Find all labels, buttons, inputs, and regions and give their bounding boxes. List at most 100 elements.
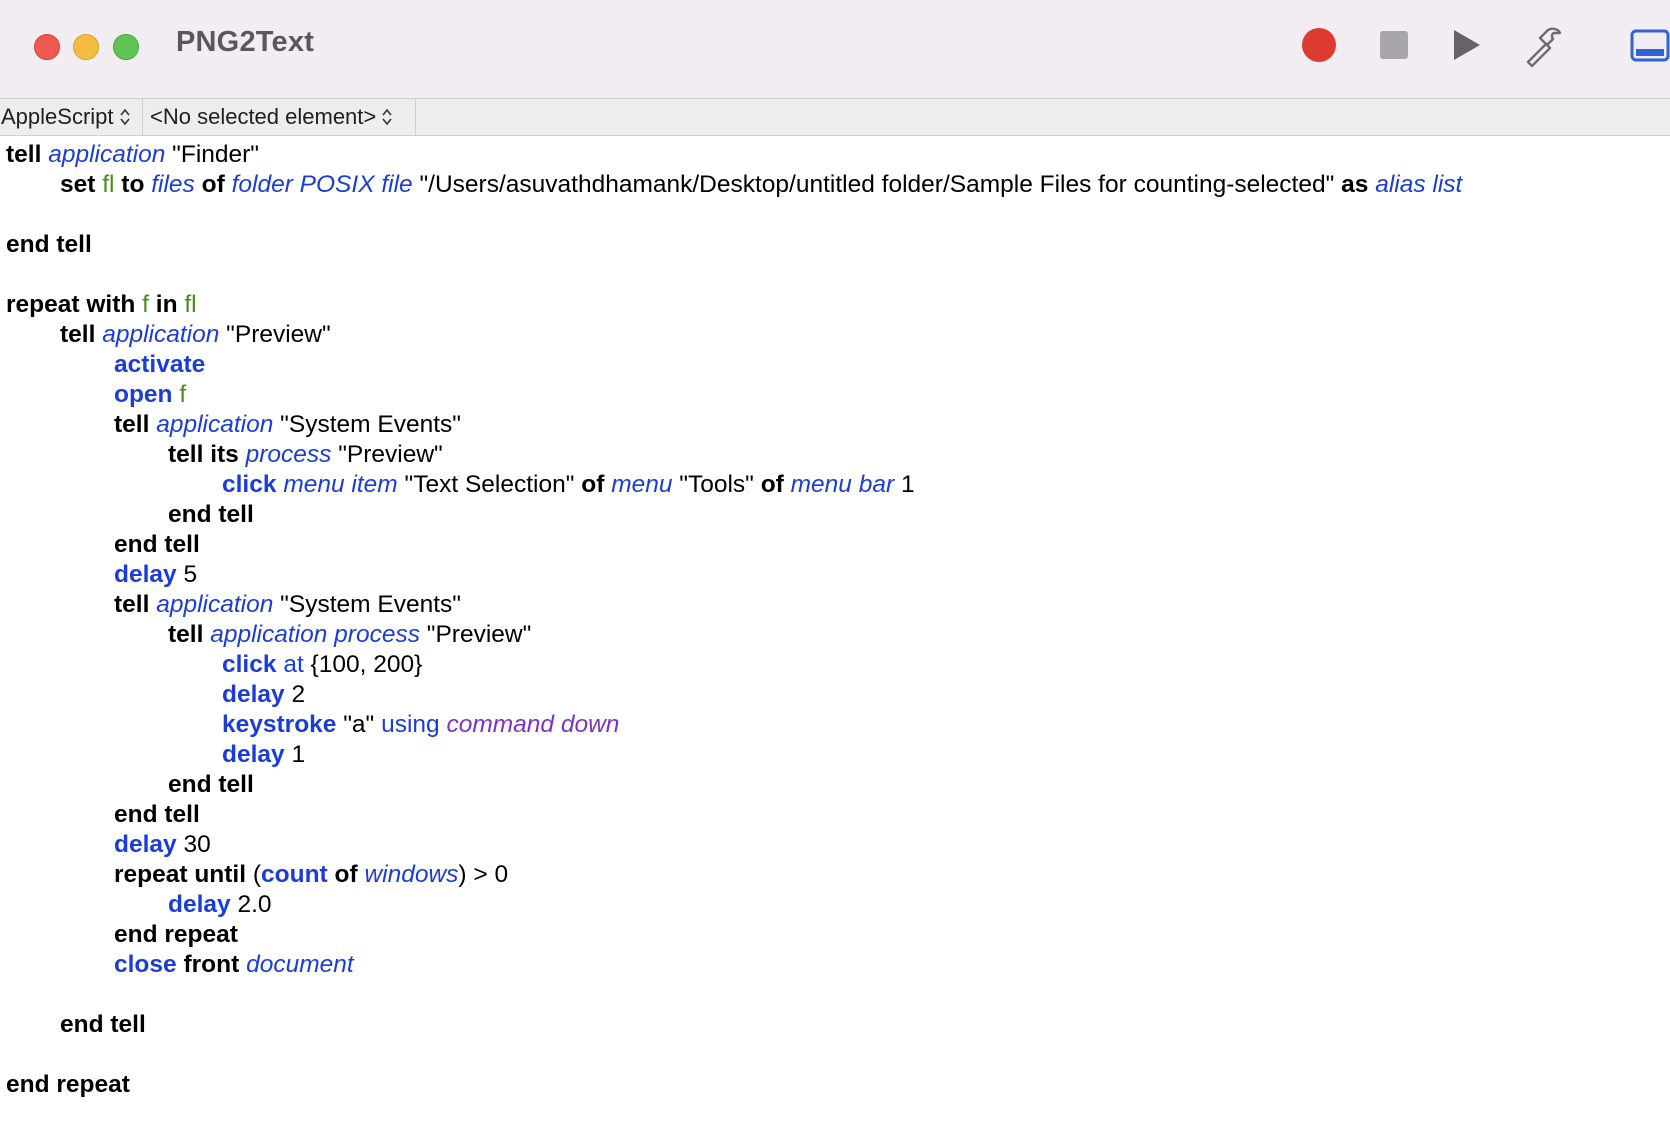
code-token: fl <box>184 291 197 318</box>
code-token: 1 <box>284 741 306 768</box>
code-token: end tell <box>168 501 254 528</box>
code-token: f <box>142 291 149 318</box>
code-token: delay <box>114 561 177 588</box>
code-token: "Finder" <box>165 141 260 168</box>
code-token: "Preview" <box>419 621 532 648</box>
code-token: tell <box>168 621 204 648</box>
hammer-icon[interactable] <box>1522 24 1566 68</box>
code-token: end repeat <box>6 1071 130 1098</box>
code-token: application <box>156 591 274 618</box>
code-line: repeat until (count of windows) > 0 <box>6 860 1462 890</box>
code-token: fl <box>102 171 115 198</box>
code-line: end tell <box>6 800 1462 830</box>
close-window-button[interactable] <box>34 34 60 60</box>
code-line: end tell <box>6 1010 1462 1040</box>
code-token: 30 <box>176 831 211 858</box>
code-token: "a" <box>336 711 382 738</box>
code-token: in <box>155 291 178 318</box>
code-token: 1 <box>894 471 915 498</box>
code-line: delay 2 <box>6 680 1462 710</box>
title-bar: PNG2Text <box>0 0 1670 99</box>
code-token: {100, 200} <box>303 651 423 678</box>
code-token: click <box>222 471 277 498</box>
code-line: end tell <box>6 770 1462 800</box>
element-popup[interactable]: <No selected element> <box>143 99 416 135</box>
zoom-window-button[interactable] <box>113 34 139 60</box>
code-token: delay <box>222 741 285 768</box>
code-token: ( <box>246 861 262 888</box>
code-token: 2 <box>284 681 306 708</box>
code-line: close front document <box>6 950 1462 980</box>
code-line: tell application "Finder" <box>6 140 1462 170</box>
code-token: "Text Selection" <box>397 471 582 498</box>
code-token: repeat with <box>6 291 136 318</box>
code-line: delay 1 <box>6 740 1462 770</box>
code-token: delay <box>222 681 285 708</box>
script-editor[interactable]: tell application "Finder" set fl to files… <box>0 136 1670 1144</box>
code-token: application <box>48 141 166 168</box>
code-token: of <box>201 171 225 198</box>
code-token: "System Events" <box>273 411 461 438</box>
code-token: 5 <box>176 561 198 588</box>
code-token: end tell <box>114 801 200 828</box>
code-line: tell application process "Preview" <box>6 620 1462 650</box>
code-token: end tell <box>6 231 92 258</box>
run-icon[interactable] <box>1454 30 1480 60</box>
code-token: f <box>179 381 187 408</box>
navigation-bar: AppleScript <No selected element> <box>0 99 1670 136</box>
code-line: tell application "System Events" <box>6 410 1462 440</box>
code-line: delay 2.0 <box>6 890 1462 920</box>
show-panel-icon[interactable] <box>1630 28 1670 64</box>
code-token: activate <box>114 351 206 378</box>
code-token: document <box>246 951 354 978</box>
code-token: tell its <box>168 441 239 468</box>
updown-chevron-icon <box>119 108 130 126</box>
stop-icon[interactable] <box>1380 31 1408 59</box>
code-line: keystroke "a" using command down <box>6 710 1462 740</box>
code-token: folder POSIX file <box>231 171 413 198</box>
code-token: files <box>151 171 195 198</box>
script-editor-window: PNG2Text AppleScript <No selected elemen… <box>0 0 1670 1144</box>
code-line: open f <box>6 380 1462 410</box>
code-token: 2.0 <box>230 891 272 918</box>
code-token: end tell <box>168 771 254 798</box>
code-line: end tell <box>6 500 1462 530</box>
script-code[interactable]: tell application "Finder" set fl to files… <box>6 140 1462 1100</box>
element-label: <No selected element> <box>150 104 377 129</box>
code-token: "Preview" <box>331 441 443 468</box>
code-line: tell application "Preview" <box>6 320 1462 350</box>
code-line: set fl to files of folder POSIX file "/U… <box>6 170 1462 200</box>
code-token: end tell <box>60 1011 146 1038</box>
code-token: application <box>102 321 220 348</box>
record-icon[interactable] <box>1302 28 1336 62</box>
code-line: tell application "System Events" <box>6 590 1462 620</box>
language-label: AppleScript <box>1 104 114 129</box>
code-token: front <box>183 951 240 978</box>
code-token: windows <box>364 861 459 888</box>
code-token: "Tools" <box>672 471 761 498</box>
code-token: application <box>156 411 274 438</box>
code-token: of <box>581 471 605 498</box>
code-token: command down <box>446 711 620 738</box>
code-token: "Preview" <box>219 321 331 348</box>
code-line: tell its process "Preview" <box>6 440 1462 470</box>
language-popup[interactable]: AppleScript <box>0 99 143 135</box>
code-line: end tell <box>6 530 1462 560</box>
code-token: end repeat <box>114 921 238 948</box>
code-token: ) > 0 <box>458 861 509 888</box>
code-token: "/Users/asuvathdhamank/Desktop/untitled … <box>412 171 1342 198</box>
code-line: end tell <box>6 230 1462 260</box>
code-token: menu bar <box>790 471 895 498</box>
code-token: menu <box>611 471 673 498</box>
code-token: of <box>760 471 784 498</box>
code-token: set <box>60 171 96 198</box>
code-token: open <box>114 381 173 408</box>
code-line: end repeat <box>6 920 1462 950</box>
minimize-window-button[interactable] <box>73 34 99 60</box>
